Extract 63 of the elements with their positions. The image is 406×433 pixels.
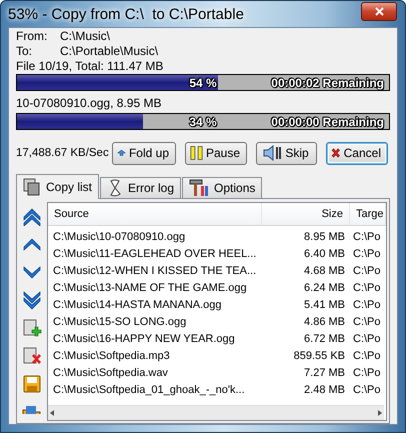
table-cell-text: C:\Po — [352, 366, 382, 380]
close-button[interactable] — [361, 2, 397, 20]
total-caption: File 10/19, Total: 111.47 MB — [16, 59, 164, 74]
path-label: From: — [16, 29, 48, 44]
pause-button[interactable]: Pause — [185, 142, 247, 164]
cancel-button[interactable]: Cancel — [326, 142, 388, 164]
percent-text: 54 % — [189, 76, 217, 90]
table-cell-text: 6.72 MB — [303, 332, 346, 346]
horizontal-scrollbar[interactable] — [48, 405, 384, 420]
table-cell-text: C:\Po — [352, 298, 382, 312]
double-up-icon[interactable] — [22, 206, 42, 226]
table-cell-text: C:\Po — [352, 230, 382, 244]
table-cell-text: C:\Po — [352, 332, 382, 346]
remove-file-icon[interactable] — [22, 346, 42, 366]
table-cell-text: 2.48 MB — [303, 382, 346, 398]
table-cell-text: C:\Po — [352, 382, 382, 398]
close-icon — [374, 6, 384, 16]
table-cell-text: C:\Po — [352, 348, 382, 364]
table-cell-text: 4.68 MB — [303, 264, 346, 278]
speed-text: 17,488.67 KB/Sec — [16, 147, 110, 159]
table-cell-text: C:\Music\Softpedia.wav — [52, 366, 169, 380]
table-cell-text: C:\Po — [352, 246, 382, 262]
table-cell-text: C:\Po — [352, 264, 382, 278]
pause-icon — [190, 144, 203, 162]
column-header[interactable]: Targe — [350, 203, 386, 226]
table-cell-text: C:\Music\15-SO LONG.ogg — [52, 314, 188, 330]
table-cell-text: C:\Po — [352, 280, 382, 296]
tools-icon — [189, 179, 210, 197]
table-cell-text: 859.55 KB — [292, 348, 346, 364]
table-cell-text: 6.24 MB — [303, 280, 346, 296]
table-cell-text: C:\Music\10-07080910.ogg — [52, 230, 186, 244]
table-cell-text: C:\Music\12-WHEN I KISSED THE TEA... — [52, 264, 258, 278]
table-cell-text: 7.27 MB — [303, 366, 346, 380]
path-value: C:\Portable\Music\ — [60, 44, 158, 59]
table-cell-text: C:\Music\Softpedia.mp3 — [52, 348, 171, 364]
path-value: C:\Music\ — [60, 29, 110, 44]
table-cell-text: 4.86 MB — [303, 314, 346, 330]
remaining-text: 00:00:02 Remaining — [271, 76, 384, 90]
table-cell-text: C:\Music\11-EAGLEHEAD OVER HEEL... — [52, 246, 258, 262]
table-cell-text: C:\Music\16-HAPPY NEW YEAR.ogg — [52, 332, 236, 346]
table-cell-text: C:\Po — [352, 314, 382, 330]
pages-icon — [23, 178, 41, 196]
remaining-text: 00:00:00 Remaining — [271, 115, 384, 129]
double-down-icon[interactable] — [22, 290, 42, 310]
table-cell-text: C:\Music\14-HASTA MANANA.ogg — [52, 298, 223, 312]
table-cell-text: C:\Music\Softpedia_01_ghoak_-_no'k... — [52, 382, 246, 398]
speaker-icon — [262, 145, 282, 161]
table-cell-text: C:\Music\13-NAME OF THE GAME.ogg — [52, 280, 248, 296]
skip-button[interactable]: Skip — [256, 142, 317, 164]
table-cell-text: 8.95 MB — [303, 230, 346, 244]
table-cell-text: 6.40 MB — [303, 246, 346, 262]
file-caption: 10-07080910.ogg, 8.95 MB — [16, 96, 162, 111]
add-file-icon[interactable] — [22, 318, 42, 338]
column-header[interactable]: Source — [48, 203, 262, 226]
path-label: To: — [16, 44, 34, 59]
save-icon[interactable] — [22, 374, 42, 394]
column-header[interactable]: Size — [262, 203, 350, 226]
tab[interactable]: Copy list — [16, 174, 100, 199]
table-cell-text: 5.41 MB — [303, 298, 346, 312]
fold-button[interactable]: Fold up — [112, 142, 176, 164]
tab[interactable]: Options — [182, 177, 262, 198]
tab[interactable]: Error log — [100, 177, 182, 198]
window-title: 53% - Copy from C:\ to C:\Portable — [8, 6, 244, 22]
